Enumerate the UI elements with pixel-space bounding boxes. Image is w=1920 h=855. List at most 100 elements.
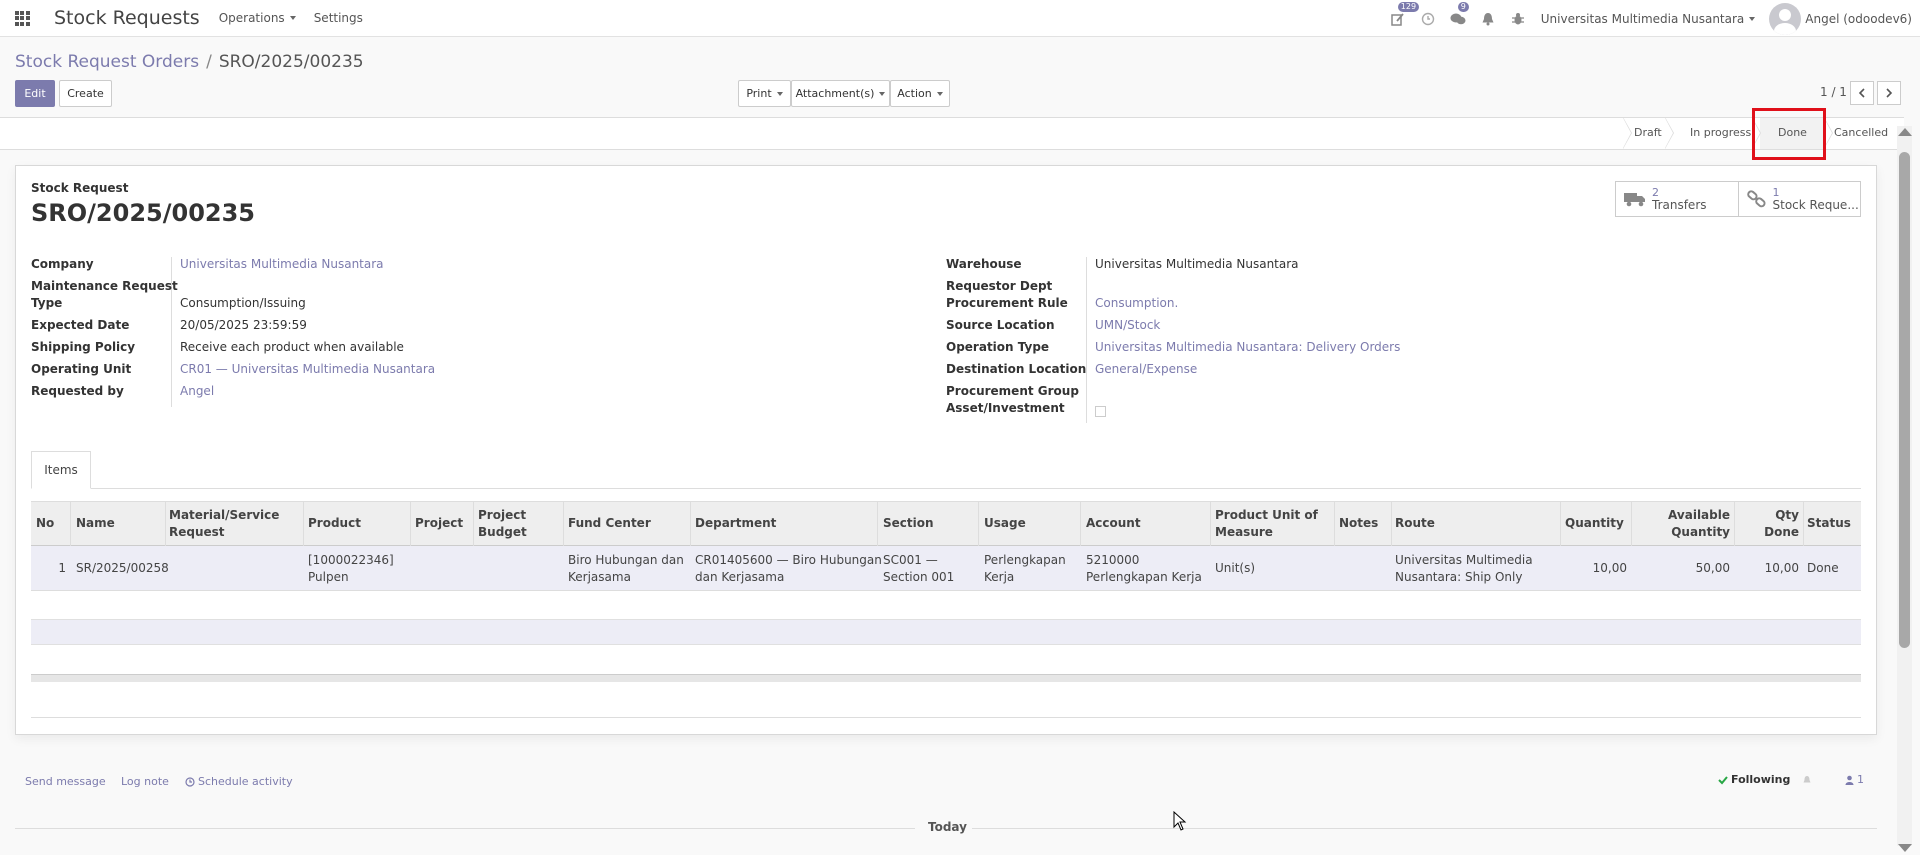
column-header-status[interactable]: Status	[1807, 501, 1851, 546]
destination-location-value[interactable]: General/Expense	[1095, 362, 1197, 376]
schedule-activity-button[interactable]: Schedule activity	[185, 775, 293, 788]
scroll-up-icon[interactable]	[1898, 128, 1912, 136]
stock-requests-smart-button[interactable]: 1 Stock Reque...	[1737, 182, 1861, 216]
company-value[interactable]: Universitas Multimedia Nusantara	[180, 257, 384, 271]
procurement-rule-value[interactable]: Consumption.	[1095, 296, 1178, 310]
avatar	[1769, 2, 1802, 35]
warehouse-value[interactable]: Universitas Multimedia Nusantara	[1095, 257, 1299, 271]
today-separator-label: Today	[928, 820, 967, 834]
column-header-route[interactable]: Route	[1395, 501, 1435, 546]
attachments-button[interactable]: Attachment(s)	[791, 80, 890, 107]
smart-buttons: 2 Transfers 1 Stock Reque...	[1615, 181, 1861, 217]
cell-uom: Unit(s)	[1215, 561, 1256, 575]
bell-icon[interactable]	[1473, 0, 1503, 37]
scrollbar-thumb[interactable]	[1899, 152, 1910, 648]
pager-next-button[interactable]	[1877, 81, 1901, 105]
procurement-rule-label: Procurement Rule	[946, 296, 1068, 310]
column-header-fund-center[interactable]: Fund Center	[568, 501, 651, 546]
breadcrumb-parent[interactable]: Stock Request Orders	[15, 52, 199, 72]
table-footer	[31, 674, 1861, 682]
cell-product: [1000022346] Pulpen	[308, 552, 394, 584]
column-header-material-service-request[interactable]: Material/Service Request	[169, 501, 279, 546]
column-header-available-quantity[interactable]: Available Quantity	[1636, 501, 1730, 546]
column-header-section[interactable]: Section	[883, 501, 934, 546]
messages-icon[interactable]: 9	[1443, 0, 1473, 37]
column-header-usage[interactable]: Usage	[984, 501, 1026, 546]
transfers-smart-button[interactable]: 2 Transfers	[1616, 182, 1738, 216]
field-divider	[1086, 257, 1087, 423]
caret-down-icon	[776, 91, 783, 96]
print-button[interactable]: Print	[738, 80, 791, 107]
pager-previous-button[interactable]	[1850, 81, 1874, 105]
destination-location-label: Destination Location	[946, 362, 1087, 376]
edit-button[interactable]: Edit	[15, 80, 55, 107]
column-header-product-uom[interactable]: Product Unit of Measure	[1215, 501, 1318, 546]
company-switcher[interactable]: Universitas Multimedia Nusantara	[1541, 12, 1756, 26]
expected-date-label: Expected Date	[31, 318, 130, 332]
asset-investment-checkbox[interactable]	[1095, 406, 1106, 417]
shipping-policy-value[interactable]: Receive each product when available	[180, 340, 404, 354]
systray: 129 9 Universitas Multimedia Nusantara A…	[1383, 0, 1920, 37]
chevron-right-icon	[1886, 88, 1893, 98]
column-divider	[410, 501, 411, 546]
stage-cancelled[interactable]: Cancelled	[1834, 126, 1888, 139]
column-header-qty-done[interactable]: Qty Done	[1738, 501, 1799, 546]
menu-settings[interactable]: Settings	[314, 11, 363, 25]
type-value[interactable]: Consumption/Issuing	[180, 296, 306, 310]
column-divider	[1080, 501, 1081, 546]
bug-icon[interactable]	[1503, 0, 1533, 37]
pager-value[interactable]: 1 / 1	[1820, 85, 1847, 99]
cell-qty-done: 10,00	[1764, 561, 1799, 575]
operating-unit-value[interactable]: CR01 — Universitas Multimedia Nusantara	[180, 362, 435, 376]
column-header-project[interactable]: Project	[415, 501, 463, 546]
caret-down-icon	[1749, 16, 1756, 21]
column-divider	[303, 501, 304, 546]
caret-down-icon	[289, 16, 296, 20]
requestor-dept-label: Requestor Dept	[946, 279, 1053, 293]
chevron-left-icon	[1858, 88, 1865, 98]
column-divider	[1391, 501, 1392, 546]
source-location-value[interactable]: UMN/Stock	[1095, 318, 1160, 332]
stage-in-progress[interactable]: In progress	[1690, 126, 1751, 139]
column-header-quantity[interactable]: Quantity	[1565, 501, 1624, 546]
column-header-project-budget[interactable]: Project Budget	[478, 501, 527, 546]
empty-table-row	[31, 619, 1861, 645]
column-header-notes[interactable]: Notes	[1339, 501, 1378, 546]
cell-name: SR/2025/00258	[76, 561, 169, 575]
column-divider	[1210, 501, 1211, 546]
column-header-name[interactable]: Name	[76, 501, 115, 546]
column-divider	[1803, 501, 1804, 546]
log-note-button[interactable]: Log note	[121, 775, 169, 788]
requested-by-value[interactable]: Angel	[180, 384, 214, 398]
column-header-no[interactable]: No	[36, 501, 54, 546]
tab-items[interactable]: Items	[31, 451, 91, 489]
link-icon	[1746, 190, 1766, 208]
stage-draft[interactable]: Draft	[1634, 126, 1662, 139]
scroll-down-icon[interactable]	[1898, 844, 1912, 852]
tab-divider	[31, 488, 1861, 489]
app-brand[interactable]: Stock Requests	[54, 7, 200, 29]
shipping-policy-label: Shipping Policy	[31, 340, 136, 354]
activity-tray-icon[interactable]: 129	[1383, 0, 1420, 37]
column-header-department[interactable]: Department	[695, 501, 776, 546]
divider	[972, 828, 1877, 829]
messages-badge: 9	[1457, 2, 1469, 12]
clock-icon[interactable]	[1413, 0, 1443, 37]
column-header-account[interactable]: Account	[1086, 501, 1141, 546]
send-message-button[interactable]: Send message	[25, 775, 106, 788]
column-divider	[1631, 501, 1632, 546]
operation-type-value[interactable]: Universitas Multimedia Nusantara: Delive…	[1095, 340, 1400, 354]
mouse-cursor-icon	[1173, 811, 1187, 831]
create-button[interactable]: Create	[59, 80, 112, 107]
record-type-label: Stock Request	[31, 181, 129, 195]
followers-button[interactable]: 1	[1845, 773, 1864, 786]
user-menu[interactable]: Angel (odoodev6)	[1769, 2, 1912, 35]
column-divider	[877, 501, 878, 546]
following-button[interactable]: Following	[1718, 773, 1812, 786]
action-button[interactable]: Action	[890, 80, 950, 107]
column-header-product[interactable]: Product	[308, 501, 361, 546]
expected-date-value[interactable]: 20/05/2025 23:59:59	[180, 318, 307, 332]
menu-operations[interactable]: Operations	[219, 11, 296, 25]
cell-quantity: 10,00	[1592, 561, 1627, 575]
apps-menu-icon[interactable]	[0, 0, 44, 37]
